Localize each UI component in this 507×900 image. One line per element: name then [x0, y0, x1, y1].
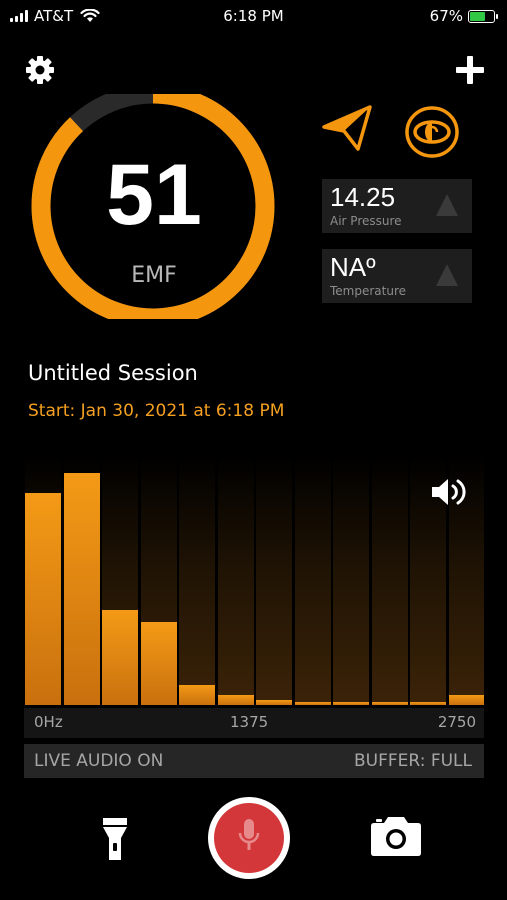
spectrum-bar — [217, 455, 254, 705]
emf-unit: EMF — [131, 263, 177, 288]
air-pressure-label: Air Pressure — [330, 214, 402, 228]
microphone-icon — [238, 819, 260, 850]
session-title[interactable]: Untitled Session — [28, 361, 198, 385]
camera-icon[interactable] — [370, 815, 422, 857]
emf-value: 51 — [106, 147, 202, 243]
audio-spectrum — [24, 455, 484, 705]
record-button[interactable] — [208, 797, 290, 879]
spectrum-bar — [371, 455, 408, 705]
speaker-icon[interactable] — [430, 476, 468, 508]
spectrum-bar — [294, 455, 331, 705]
session-start-time: Start: Jan 30, 2021 at 6:18 PM — [28, 401, 285, 421]
flashlight-icon[interactable] — [102, 816, 128, 862]
live-audio-status: LIVE AUDIO ON — [34, 751, 164, 771]
spectrum-bar — [25, 455, 61, 705]
battery-icon — [468, 9, 498, 23]
battery-percent: 67% — [429, 7, 463, 25]
gear-icon[interactable] — [24, 54, 56, 86]
up-triangle-icon — [436, 264, 458, 286]
spectrum-bar — [179, 455, 215, 705]
status-bar: AT&T 6:18 PM 67% — [0, 0, 507, 32]
audio-status-bar: LIVE AUDIO ON BUFFER: FULL — [24, 744, 484, 778]
buffer-status: BUFFER: FULL — [354, 751, 472, 771]
spectrum-bar — [63, 455, 100, 705]
spectrum-bar — [333, 455, 369, 705]
axis-label-end: 2750 — [437, 713, 476, 731]
spectrum-bar — [102, 455, 138, 705]
axis-label-start: 0Hz — [34, 713, 63, 731]
air-pressure-card: 14.25 Air Pressure — [322, 179, 472, 233]
spectrum-bar — [140, 455, 177, 705]
temperature-card: NAº Temperature — [322, 249, 472, 303]
frequency-axis: 0Hz 1375 2750 — [24, 708, 484, 738]
temperature-value: NAº — [330, 252, 376, 282]
air-pressure-value: 14.25 — [330, 182, 396, 212]
navigation-arrow-icon[interactable] — [320, 103, 374, 153]
axis-label-mid: 1375 — [230, 713, 269, 731]
temperature-label: Temperature — [330, 284, 407, 298]
up-triangle-icon — [436, 194, 458, 216]
spectrum-bar — [256, 455, 292, 705]
eye-icon[interactable] — [404, 105, 460, 159]
plus-icon[interactable] — [456, 56, 484, 84]
